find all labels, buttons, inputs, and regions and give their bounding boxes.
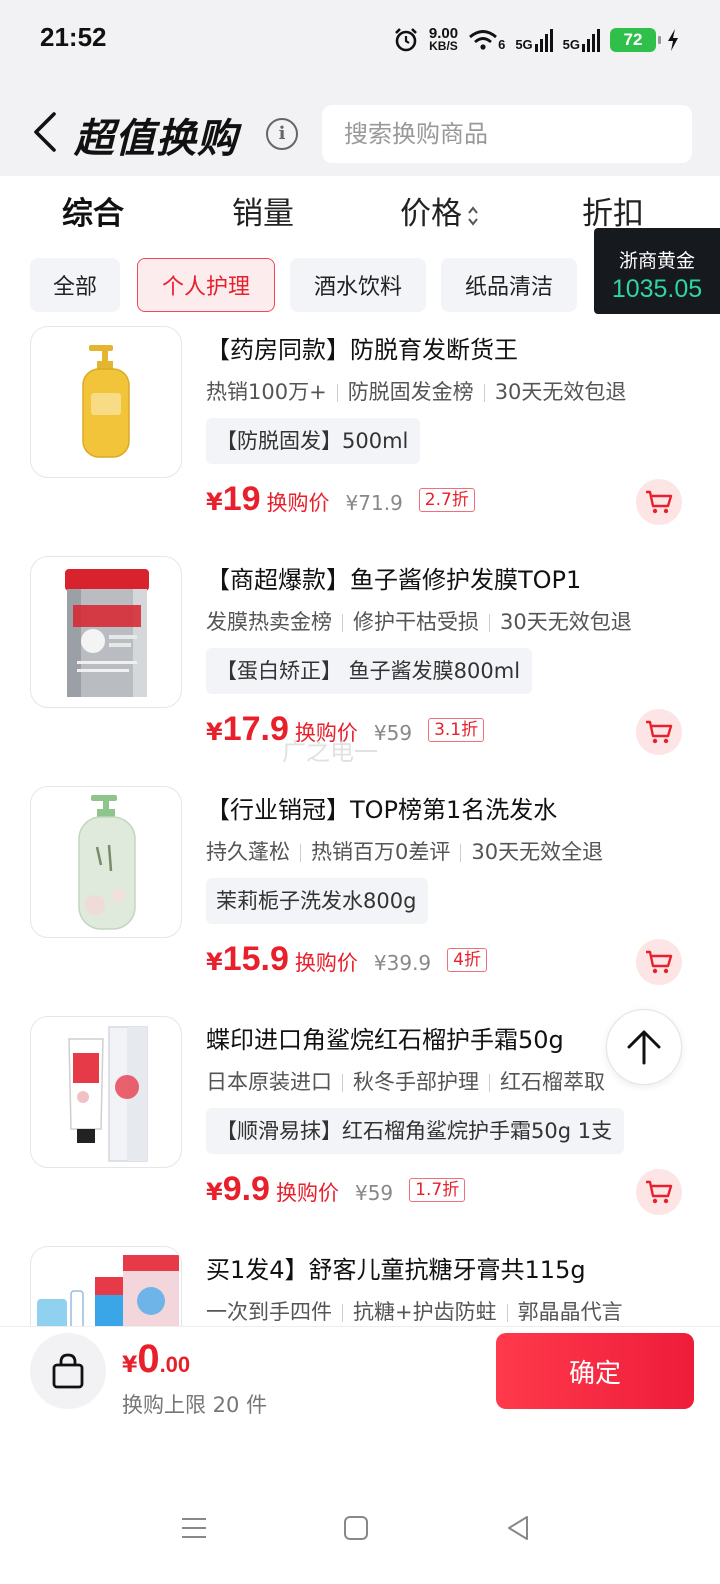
product-image: [30, 1246, 182, 1326]
add-to-cart-button[interactable]: [636, 709, 682, 755]
scroll-to-top-button[interactable]: [606, 1009, 682, 1085]
header: 超值换购 i 搜索换购商品: [0, 80, 720, 176]
chip-drinks[interactable]: 酒水饮料: [290, 258, 426, 312]
status-time: 21:52: [40, 22, 107, 52]
page-title: 超值换购: [74, 116, 238, 162]
product-price: ¥19 换购价 ¥71.9 2.7折: [206, 480, 475, 519]
add-to-cart-button[interactable]: [636, 939, 682, 985]
wifi-indicator: 6: [468, 28, 505, 52]
battery-indicator: 72: [610, 28, 661, 52]
product-tags: 持久蓬松 热销百万0差评 30天无效全退: [206, 840, 604, 864]
back-nav-button[interactable]: [498, 1508, 538, 1548]
menu-icon: [182, 1518, 206, 1538]
chevron-left-icon: [34, 112, 56, 152]
total-amount: ¥0.00: [122, 1337, 191, 1381]
product-image: [30, 786, 182, 938]
search-input[interactable]: 搜索换购商品: [322, 105, 692, 163]
add-to-cart-button[interactable]: [636, 479, 682, 525]
product-image: [30, 1016, 182, 1168]
product-price: ¥9.9 换购价 ¥59 1.7折: [206, 1170, 466, 1209]
tab-price-label: 价格: [400, 196, 462, 232]
product-list: 【药房同款】防脱育发断货王 热销100万+ 防脱固发金榜 30天无效包退 【防脱固发…: [0, 324, 720, 1326]
triangle-back-icon: [508, 1516, 528, 1540]
product-title: 买1发4】舒客儿童抗糖牙膏共115g: [206, 1256, 586, 1284]
product-title: 【行业销冠】TOP榜第1名洗发水: [206, 796, 558, 824]
product-image: [30, 326, 182, 478]
info-icon[interactable]: i: [266, 118, 298, 150]
chip-paper-cleaning[interactable]: 纸品清洁: [441, 258, 577, 312]
charging-icon: [668, 29, 678, 51]
menu-button[interactable]: [174, 1508, 214, 1548]
net-speed: 9.00 KB/S: [428, 25, 459, 53]
product-tags: 热销100万+ 防脱固发金榜 30天无效包退: [206, 380, 627, 404]
signal-bars-icon: [534, 28, 553, 52]
home-square-icon: [344, 1516, 368, 1540]
bag-button[interactable]: [30, 1333, 106, 1409]
product-item[interactable]: 【行业销冠】TOP榜第1名洗发水 持久蓬松 热销百万0差评 30天无效全退 茉莉栀子…: [0, 784, 720, 1014]
chip-personal-care[interactable]: 个人护理: [137, 258, 275, 312]
cart-icon: [646, 490, 673, 514]
product-tags: 日本原装进口 秋冬手部护理 红石榴萃取: [206, 1070, 605, 1094]
add-to-cart-button[interactable]: [636, 1169, 682, 1215]
home-button[interactable]: [336, 1508, 376, 1548]
product-title: 【药房同款】防脱育发断货王: [206, 336, 518, 364]
product-spec: 茉莉栀子洗发水800g: [206, 878, 429, 924]
tab-price[interactable]: 价格: [400, 188, 480, 233]
arrow-up-icon: [627, 1030, 661, 1065]
watermark: 广之电一: [282, 738, 378, 766]
confirm-button[interactable]: 确定: [496, 1333, 694, 1409]
product-price: ¥15.9 换购价 ¥39.9 4折: [206, 940, 487, 979]
cart-icon: [646, 1180, 673, 1204]
signal-2: 5G: [563, 28, 600, 52]
alarm-icon: [394, 28, 417, 52]
product-image: [30, 556, 182, 708]
cart-icon: [646, 720, 673, 744]
back-button[interactable]: [28, 110, 64, 154]
tab-comprehensive[interactable]: 综合: [62, 188, 124, 233]
product-spec: 【顺滑易抹】红石榴角鲨烷护手霜50g 1支: [206, 1108, 625, 1154]
gold-name: 浙商黄金: [618, 250, 695, 272]
product-title: 【商超爆款】鱼子酱修护发膜TOP1: [206, 566, 582, 594]
product-title: 蝶印进口角鲨烷红石榴护手霜50g: [206, 1026, 564, 1054]
tab-sales[interactable]: 销量: [232, 188, 294, 233]
product-spec: 【蛋白矫正】 鱼子酱发膜800ml: [206, 648, 533, 694]
signal-1: 5G: [515, 28, 553, 52]
shopping-bag-icon: [52, 1353, 84, 1389]
cart-icon: [646, 950, 673, 974]
product-item[interactable]: 【药房同款】防脱育发断货王 热销100万+ 防脱固发金榜 30天无效包退 【防脱固发…: [0, 324, 720, 554]
status-bar: 21:52 9.00 KB/S 6 5G 5G 72: [0, 0, 720, 80]
status-icons: 9.00 KB/S 6 5G 5G 72: [393, 22, 680, 58]
signal-bars-icon: [582, 28, 600, 52]
sort-arrows-icon: [468, 205, 478, 226]
product-tags: 发膜热卖金榜 修护干枯受损 30天无效包退: [206, 610, 632, 634]
product-item[interactable]: 买1发4】舒客儿童抗糖牙膏共115g 一次到手四件 抗糖+护齿防蛀 郭晶晶代言: [0, 1244, 720, 1326]
product-tags: 一次到手四件 抗糖+护齿防蛀 郭晶晶代言: [206, 1300, 623, 1324]
wifi-icon: [469, 30, 497, 50]
bottom-bar: ¥0.00 换购上限 20 件 确定: [0, 1326, 720, 1432]
product-spec: 【防脱固发】500ml: [206, 418, 421, 464]
tab-discount[interactable]: 折扣: [582, 188, 644, 233]
gold-price-widget[interactable]: 浙商黄金 1035.05: [594, 228, 720, 314]
exchange-limit: 换购上限 20 件: [122, 1393, 268, 1417]
chip-all[interactable]: 全部: [30, 258, 120, 312]
system-nav-bar: [0, 1432, 720, 1584]
gold-price: 1035.05: [611, 275, 703, 303]
